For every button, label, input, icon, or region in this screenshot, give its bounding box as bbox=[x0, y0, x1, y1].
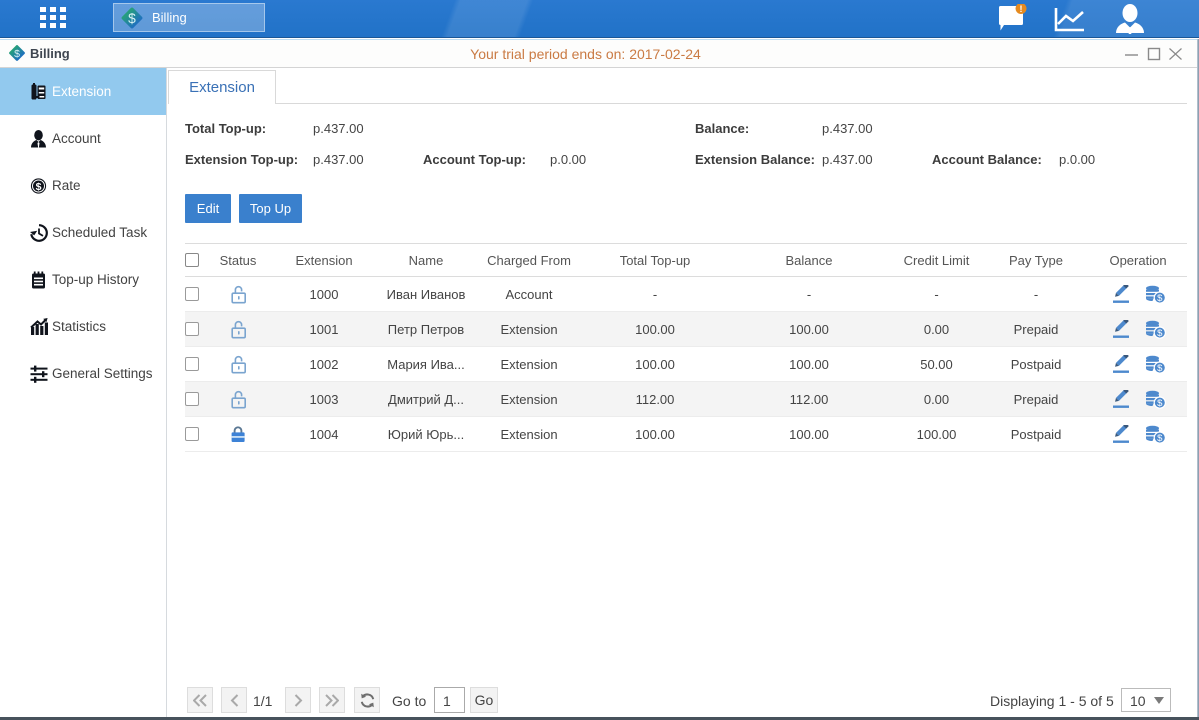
svg-text:$: $ bbox=[1157, 363, 1163, 374]
svg-text:!: ! bbox=[1020, 4, 1023, 14]
svg-text:$: $ bbox=[36, 181, 42, 193]
svg-text:$: $ bbox=[1157, 433, 1163, 444]
svg-text:$: $ bbox=[1157, 293, 1163, 304]
svg-text:$: $ bbox=[1157, 398, 1163, 409]
svg-text:$: $ bbox=[128, 11, 136, 26]
svg-text:$: $ bbox=[1157, 328, 1163, 339]
